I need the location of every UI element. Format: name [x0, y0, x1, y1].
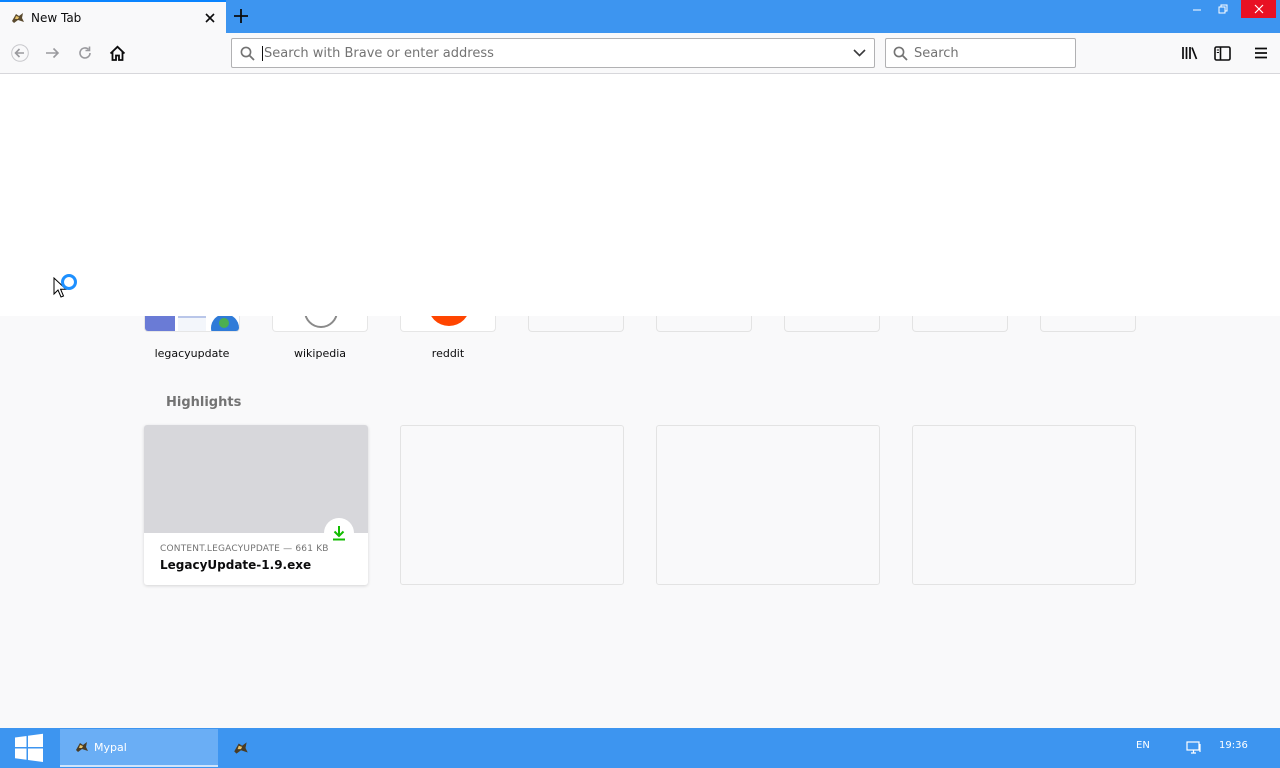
top-site-label: legacyupdate [154, 347, 230, 360]
tab-new-tab[interactable]: New Tab [0, 0, 226, 33]
top-site-label: reddit [431, 347, 465, 360]
new-tab-page: legacyupdate wikipedia reddit Highlights… [0, 74, 1280, 728]
back-icon [11, 44, 29, 62]
search-icon [886, 39, 914, 67]
forward-icon [46, 47, 60, 59]
library-button[interactable] [1176, 39, 1204, 67]
forward-button[interactable] [39, 39, 67, 67]
highlight-placeholder [912, 425, 1136, 585]
menu-button[interactable] [1247, 39, 1275, 67]
top-site-label: wikipedia [293, 347, 346, 360]
navigation-toolbar [0, 33, 1280, 74]
windows-logo-icon [15, 733, 43, 762]
address-input[interactable] [264, 45, 844, 61]
reload-icon [79, 46, 91, 59]
tab-title: New Tab [31, 10, 82, 25]
chevron-down-icon[interactable] [844, 39, 874, 67]
language-indicator[interactable]: EN [1136, 740, 1150, 751]
top-site-placeholder [1040, 316, 1136, 332]
tab-strip: New Tab [0, 0, 1280, 33]
search-input[interactable] [914, 45, 1075, 61]
download-icon [333, 526, 345, 541]
sidebar-button[interactable] [1208, 39, 1236, 67]
close-tab-icon[interactable] [198, 6, 222, 30]
highlight-placeholder [400, 425, 624, 585]
search-icon [232, 39, 262, 67]
mypal-icon [12, 12, 24, 23]
taskbar-item-mypal[interactable]: Mypal [60, 729, 218, 767]
busy-spinner-icon [61, 274, 77, 290]
home-button[interactable] [103, 39, 131, 67]
menu-icon [1255, 47, 1267, 59]
mypal-icon[interactable] [232, 739, 250, 757]
restore-button[interactable] [1212, 0, 1234, 18]
search-bar[interactable] [885, 38, 1076, 68]
top-site-placeholder [656, 316, 752, 332]
text-caret [262, 45, 263, 61]
top-site-placeholder [912, 316, 1008, 332]
taskbar: Mypal EN 19:36 [0, 728, 1280, 768]
plus-icon [234, 9, 248, 23]
reload-button[interactable] [71, 39, 99, 67]
home-icon [109, 45, 125, 61]
address-bar[interactable] [231, 38, 875, 68]
highlight-placeholder [656, 425, 880, 585]
new-tab-button[interactable] [229, 4, 253, 28]
top-site-placeholder [528, 316, 624, 332]
highlights-heading: Highlights [166, 395, 242, 410]
back-button[interactable] [6, 39, 34, 67]
taskbar-item-label: Mypal [94, 740, 127, 754]
highlight-title: LegacyUpdate-1.9.exe [160, 558, 312, 572]
sidebar-icon [1213, 45, 1231, 61]
highlight-meta: CONTENT.LEGACYUPDATE — 661 KB [160, 544, 329, 554]
library-icon [1182, 47, 1198, 60]
highlight-preview [144, 425, 368, 533]
start-button[interactable] [0, 728, 58, 768]
loading-overlay [0, 74, 1280, 316]
network-icon[interactable] [1186, 740, 1204, 756]
window-close-button[interactable] [1241, 0, 1276, 18]
mypal-icon [76, 742, 88, 752]
clock[interactable]: 19:36 [1219, 740, 1248, 751]
top-site-placeholder [784, 316, 880, 332]
highlight-card[interactable]: CONTENT.LEGACYUPDATE — 661 KB LegacyUpda… [144, 425, 368, 585]
minimize-button[interactable] [1186, 0, 1208, 18]
